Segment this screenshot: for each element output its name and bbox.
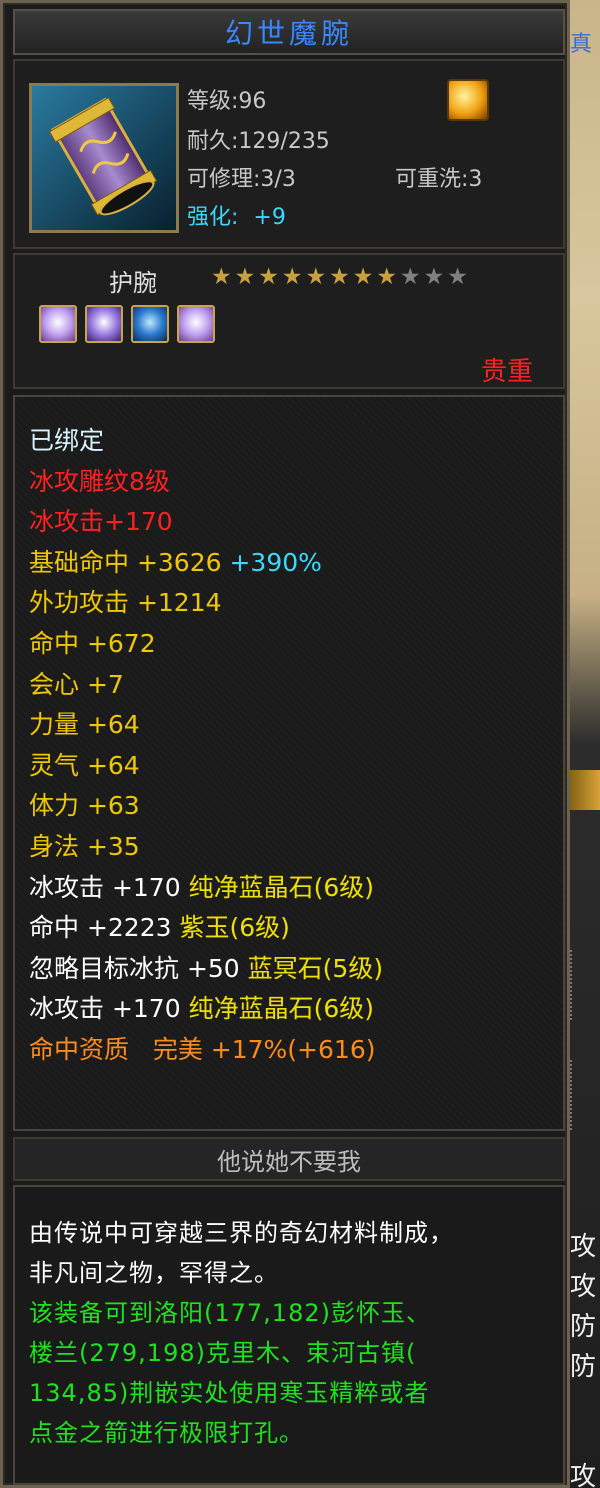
attribute-line: 命中资质 完美 +17%(+616) <box>29 1030 375 1066</box>
attributes-section: 已绑定冰攻雕纹8级 冰攻击+170 基础命中 +3626 +390% 外功攻击 +12… <box>13 395 565 1131</box>
gem-slot-icon[interactable] <box>39 305 77 343</box>
attribute-text: 冰攻雕纹8级 <box>29 466 170 496</box>
title-bar: 幻世魔腕 <box>13 9 565 55</box>
star-empty-icon: ★ <box>400 264 421 290</box>
gem-slots <box>39 305 215 343</box>
attribute-text: 命中资质 完美 +17%(+616) <box>29 1035 376 1064</box>
attribute-text: 忽略目标冰抗 +50 <box>29 953 240 983</box>
attribute-line: 会心 +7 <box>29 665 124 701</box>
attribute-line: 力量 +64 <box>29 705 140 741</box>
bracer-item-icon <box>29 83 179 233</box>
attribute-line: 忽略目标冰抗 +50 蓝冥石(5级) <box>29 949 383 985</box>
attribute-line: 冰攻击+170 <box>29 502 173 538</box>
attribute-text: 冰攻击 +170 <box>29 994 181 1024</box>
gold-quality-icon <box>447 79 489 121</box>
attribute-text: 已绑定 <box>29 426 105 455</box>
attribute-text: 基础命中 +3626 <box>29 547 222 577</box>
attribute-text: 外功攻击 +1214 <box>29 588 222 618</box>
attribute-line: 冰攻雕纹8级 <box>29 462 170 498</box>
description-line: 134,85)荆嵌实处使用寒玉精粹或者 <box>29 1379 430 1407</box>
enhance-label: 强化: <box>187 205 239 230</box>
attribute-line: 灵气 +64 <box>29 746 140 782</box>
attribute-text: 命中 +2223 <box>29 913 172 943</box>
attribute-text: 体力 +63 <box>29 791 140 821</box>
attribute-line: 命中 +672 <box>29 624 156 660</box>
rarity-label: 贵重 <box>480 357 533 387</box>
attribute-line: 命中 +2223 紫玉(6级) <box>29 908 290 944</box>
bg-text: 防 <box>570 1352 597 1382</box>
description-line: 非凡间之物，罕得之。 <box>29 1259 279 1287</box>
attribute-text: 冰攻击 +170 <box>29 872 181 902</box>
item-header: 等级:96 耐久:129/235 可修理:3/3 可重洗:3 强化: +9 <box>13 59 565 249</box>
bg-gold-tab <box>566 770 600 810</box>
attribute-text: 会心 +7 <box>29 669 124 699</box>
description-line: 楼兰(279,198)克里木、束河古镇( <box>29 1339 417 1367</box>
owner-bar: 他说她不要我 <box>13 1137 565 1181</box>
star-filled-icon: ★ <box>329 264 350 290</box>
attribute-extra: +390% <box>221 547 322 577</box>
attribute-text: 冰攻击+170 <box>29 507 173 537</box>
attribute-extra: 纯净蓝晶石(6级) <box>180 872 374 902</box>
attribute-extra: 纯净蓝晶石(6级) <box>180 994 374 1024</box>
enhance-value: +9 <box>253 205 286 230</box>
attribute-text: 力量 +64 <box>29 710 140 740</box>
gem-slot-icon[interactable] <box>131 305 169 343</box>
star-empty-icon: ★ <box>447 264 468 290</box>
bg-text: 防 <box>570 1312 597 1342</box>
bg-text: 攻 <box>570 1232 597 1262</box>
star-filled-icon: ★ <box>211 264 232 290</box>
star-filled-icon: ★ <box>258 264 279 290</box>
owner-name: 他说她不要我 <box>217 1147 361 1176</box>
attribute-text: 命中 +672 <box>29 629 156 658</box>
bracer-item-graphic <box>32 86 176 230</box>
level-text: 等级:96 <box>187 89 267 114</box>
enhance-row: 强化: +9 <box>187 199 286 231</box>
background-game-ui: 真 攻 攻 防 防 攻 <box>566 0 600 1488</box>
star-empty-icon: ★ <box>423 264 445 290</box>
item-type-section: 护腕 ★ ★ ★ ★ ★ ★ ★ ★ ★ ★ ★ 贵重 <box>13 253 565 389</box>
star-filled-icon: ★ <box>376 264 397 290</box>
star-filled-icon: ★ <box>305 264 327 290</box>
star-filled-icon: ★ <box>234 264 256 290</box>
attribute-line: 外功攻击 +1214 <box>29 583 222 619</box>
attribute-line: 已绑定 <box>29 421 104 457</box>
repairable-text: 可修理:3/3 <box>187 167 296 192</box>
description-line: 该装备可到洛阳(177,182)彭怀玉、 <box>29 1299 431 1327</box>
gem-slot-icon[interactable] <box>177 305 215 343</box>
attribute-line: 冰攻击 +170 纯净蓝晶石(6级) <box>29 989 374 1025</box>
description-line: 由传说中可穿越三界的奇幻材料制成， <box>29 1219 454 1247</box>
gem-slot-icon[interactable] <box>85 305 123 343</box>
durability-text: 耐久:129/235 <box>187 129 330 154</box>
attribute-text: 灵气 +64 <box>29 750 140 780</box>
star-filled-icon: ★ <box>352 264 374 290</box>
item-name: 幻世魔腕 <box>224 17 353 50</box>
bg-divider <box>570 1060 598 1130</box>
attribute-line: 体力 +63 <box>29 786 140 822</box>
attribute-line: 基础命中 +3626 +390% <box>29 543 322 579</box>
attribute-text: 身法 +35 <box>29 832 140 861</box>
attribute-extra: 紫玉(6级) <box>171 913 290 943</box>
description-section: 由传说中可穿越三界的奇幻材料制成， 非凡间之物，罕得之。该装备可到洛阳(177,1… <box>13 1185 565 1485</box>
description-line: 点金之箭进行极限打孔。 <box>29 1419 304 1447</box>
attribute-line: 冰攻击 +170 纯净蓝晶石(6级) <box>29 868 374 904</box>
star-rating: ★ ★ ★ ★ ★ ★ ★ ★ ★ ★ ★ <box>211 265 468 289</box>
bg-divider <box>570 950 598 1020</box>
bg-text: 攻 <box>570 1272 597 1302</box>
attribute-line: 身法 +35 <box>29 827 140 863</box>
bg-text: 攻 <box>570 1462 597 1488</box>
item-type-label: 护腕 <box>109 269 157 297</box>
star-filled-icon: ★ <box>281 264 303 290</box>
item-tooltip: 幻世魔腕 等级:96 耐久:129/235 可修理:3/3 可重洗:3 强化: … <box>0 0 570 1488</box>
attribute-extra: 蓝冥石(5级) <box>239 953 384 983</box>
bg-text: 真 <box>570 32 593 57</box>
rewashable-text: 可重洗:3 <box>395 167 483 192</box>
